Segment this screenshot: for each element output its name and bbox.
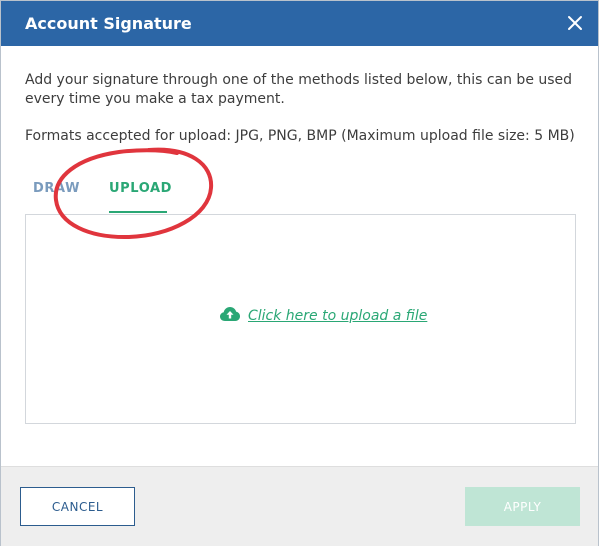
cloud-upload-icon — [220, 306, 240, 325]
upload-file-link[interactable]: Click here to upload a file — [220, 306, 427, 325]
tab-draw[interactable]: DRAW — [33, 181, 80, 196]
close-icon[interactable] — [564, 12, 586, 34]
upload-dropzone[interactable]: Click here to upload a file — [25, 214, 576, 424]
upload-link-text[interactable]: Click here to upload a file — [248, 308, 427, 324]
dialog-header: Account Signature — [1, 1, 598, 46]
account-signature-dialog: Account Signature Add your signature thr… — [0, 0, 599, 546]
formats-text: Formats accepted for upload: JPG, PNG, B… — [25, 128, 575, 144]
cancel-button[interactable]: CANCEL — [20, 487, 135, 526]
tab-upload[interactable]: UPLOAD — [109, 181, 172, 196]
apply-button[interactable]: APPLY — [465, 487, 580, 526]
dialog-title: Account Signature — [25, 14, 192, 33]
dialog-footer: CANCEL APPLY — [1, 466, 598, 546]
active-tab-indicator — [109, 211, 167, 213]
description-text: Add your signature through one of the me… — [25, 72, 573, 107]
